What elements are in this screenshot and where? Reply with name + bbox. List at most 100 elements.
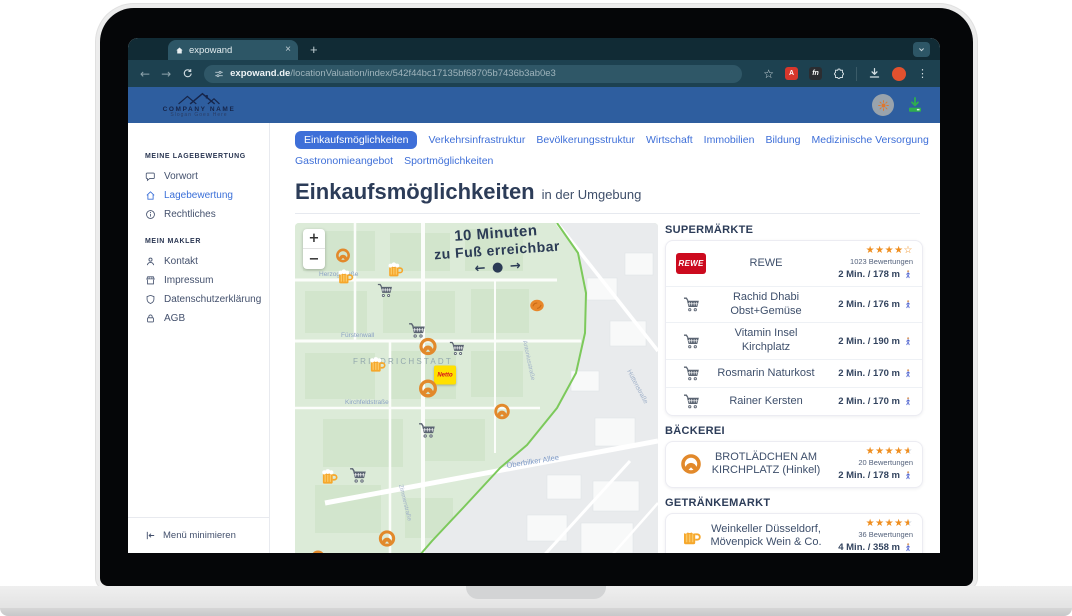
place-name: Rainer Kersten <box>707 395 825 409</box>
comment-icon <box>145 171 156 182</box>
tab-close-icon[interactable]: × <box>285 45 291 55</box>
walking-icon <box>903 470 913 481</box>
url-path: /locationValuation/index/542f44bc17135bf… <box>290 68 556 79</box>
map-marker-bread[interactable] <box>528 297 546 320</box>
tab-sportmoeglichkeiten[interactable]: Sportmöglichkeiten <box>404 155 493 167</box>
downloads-icon[interactable] <box>868 67 881 80</box>
sidebar-item-impressum[interactable]: Impressum <box>128 271 269 290</box>
map-marker-pretzel[interactable] <box>418 336 439 362</box>
drinks-card: Weinkeller Düsseldorf, Mövenpick Wein & … <box>665 513 923 553</box>
reload-button[interactable] <box>182 68 193 79</box>
url-bar[interactable]: expowand.de/locationValuation/index/542f… <box>204 65 742 83</box>
rooftops-logo-icon <box>166 91 232 106</box>
tab-title: expowand <box>189 45 280 56</box>
tab-wirtschaft[interactable]: Wirtschaft <box>646 134 693 146</box>
laptop-base-edge <box>0 608 1072 616</box>
browser-profile-avatar[interactable] <box>892 67 906 81</box>
company-logo[interactable]: COMPANY NAME Slogan Goes Here <box>128 91 270 119</box>
place-row-drinks[interactable]: Weinkeller Düsseldorf, Mövenpick Wein & … <box>666 514 922 553</box>
sidebar-section-makler: MEIN MAKLER <box>128 238 269 252</box>
map-marker-pretzel[interactable] <box>493 402 512 426</box>
walking-distance: 2 Min. / 190 m <box>825 334 913 349</box>
tab-bildung[interactable]: Bildung <box>765 134 800 146</box>
sidebar-item-agb[interactable]: AGB <box>128 309 269 328</box>
place-name: BROTLÄDCHEN AM KIRCHPLATZ (Hinkel) <box>707 451 825 479</box>
sidebar-item-kontakt[interactable]: Kontakt <box>128 252 269 271</box>
site-header: COMPANY NAME Slogan Goes Here <box>128 87 940 123</box>
sidebar-item-label: AGB <box>164 313 185 324</box>
map-marker-cart[interactable] <box>348 466 368 491</box>
tab-gastronomieangebot[interactable]: Gastronomieangebot <box>295 155 393 167</box>
place-name: Rachid Dhabi Obst+Gemüse <box>707 291 825 319</box>
map-marker-cart[interactable] <box>417 421 437 446</box>
tab-medizinische-versorgung[interactable]: Medizinische Versorgung <box>811 134 928 146</box>
tab-search-button[interactable] <box>913 42 930 57</box>
place-row[interactable]: Rachid Dhabi Obst+Gemüse 2 Min. / 176 m <box>666 287 922 324</box>
place-row-bakery[interactable]: BROTLÄDCHEN AM KIRCHPLATZ (Hinkel) ★★★★★… <box>666 442 922 487</box>
walking-distance: 2 Min. / 178 m <box>825 267 913 282</box>
tab-immobilien[interactable]: Immobilien <box>704 134 755 146</box>
browser-tab-strip: expowand × + <box>128 38 940 60</box>
site-settings-icon[interactable] <box>214 69 224 79</box>
map-marker-beer[interactable] <box>367 354 388 380</box>
supermarkets-card: REWE REWE ★★★★☆ 1023 Bewertungen 2 Min. … <box>665 240 923 416</box>
map-marker-beer[interactable] <box>335 267 355 292</box>
place-row-rewe[interactable]: REWE REWE ★★★★☆ 1023 Bewertungen 2 Min. … <box>666 241 922 287</box>
sidebar-item-rechtliches[interactable]: Rechtliches <box>128 205 269 224</box>
sidebar-item-label: Datenschutzerklärung <box>164 294 261 305</box>
street-label-kirchfeldstrasse: Kirchfeldstraße <box>345 399 389 406</box>
back-button[interactable]: ← <box>140 68 150 80</box>
places-panel: SUPERMÄRKTE REWE REWE ★★★★☆ 1023 Bewertu… <box>665 223 923 553</box>
map-marker-beer[interactable] <box>319 466 340 492</box>
sidebar-section-lagebewertung: MEINE LAGEBEWERTUNG <box>128 153 269 167</box>
cart-icon <box>682 392 701 411</box>
place-row[interactable]: Rosmarin Naturkost 2 Min. / 170 m <box>666 360 922 388</box>
collapse-menu-button[interactable]: Menü minimieren <box>128 517 269 553</box>
url-domain: expowand.de <box>230 68 290 79</box>
pdf-extension-icon[interactable]: A <box>785 67 798 80</box>
place-name: Weinkeller Düsseldorf, Mövenpick Wein & … <box>707 523 825 551</box>
page-subtitle: in der Umgebung <box>542 187 642 202</box>
map-marker-pretzel[interactable] <box>377 529 397 554</box>
sidebar: MEINE LAGEBEWERTUNG Vorwort Lagebewertun… <box>128 123 270 553</box>
browser-tab[interactable]: expowand × <box>168 40 298 60</box>
extensions-puzzle-icon[interactable] <box>833 68 845 80</box>
tab-verkehrsinfrastruktur[interactable]: Verkehrsinfrastruktur <box>428 134 525 146</box>
header-avatar[interactable] <box>872 94 894 116</box>
fn-extension-icon[interactable]: fn <box>809 67 822 80</box>
bakery-card: BROTLÄDCHEN AM KIRCHPLATZ (Hinkel) ★★★★★… <box>665 441 923 488</box>
walking-distance: 2 Min. / 178 m <box>825 468 913 483</box>
new-tab-button[interactable]: + <box>310 42 318 57</box>
place-name: Rosmarin Naturkost <box>707 367 825 381</box>
map-marker-cart[interactable] <box>376 282 394 305</box>
forward-button[interactable]: → <box>161 68 171 80</box>
review-count: 20 Bewertungen <box>825 458 913 468</box>
chevron-down-icon <box>917 45 926 54</box>
map[interactable]: Herzogstraße Fürstenwall FRIEDRICHSTADT … <box>295 223 658 553</box>
walking-distance: 4 Min. / 358 m <box>825 540 913 553</box>
star-rating: ★★★★☆ <box>825 245 913 257</box>
star-rating: ★★★★★ <box>825 518 913 530</box>
sidebar-item-datenschutz[interactable]: Datenschutzerklärung <box>128 290 269 309</box>
place-row[interactable]: Vitamin Insel Kirchplatz 2 Min. / 190 m <box>666 323 922 360</box>
sidebar-item-vorwort[interactable]: Vorwort <box>128 167 269 186</box>
map-marker-pretzel[interactable] <box>417 378 439 405</box>
bookmark-star-icon[interactable]: ☆ <box>763 67 774 81</box>
browser-menu-icon[interactable]: ⋮ <box>917 67 928 80</box>
header-download-icon[interactable] <box>906 96 924 114</box>
map-marker-pretzel[interactable] <box>310 549 327 553</box>
tab-einkaufsmoeglichkeiten[interactable]: Einkaufsmöglichkeiten <box>295 131 417 149</box>
walking-icon <box>903 542 913 553</box>
shield-icon <box>145 294 156 305</box>
map-zoom-in-button[interactable]: + <box>303 229 325 249</box>
beer-icon <box>679 524 703 548</box>
collapse-icon <box>145 530 156 541</box>
house-icon <box>145 190 156 201</box>
heading-getraenkemarkt: GETRÄNKEMARKT <box>665 497 923 509</box>
company-slogan: Slogan Goes Here <box>170 113 227 119</box>
sidebar-item-lagebewertung[interactable]: Lagebewertung <box>128 186 269 205</box>
map-marker-cart[interactable] <box>448 340 466 363</box>
place-row[interactable]: Rainer Kersten 2 Min. / 170 m <box>666 388 922 415</box>
tab-bevoelkerungsstruktur[interactable]: Bevölkerungsstruktur <box>536 134 635 146</box>
map-zoom-out-button[interactable]: − <box>303 249 325 269</box>
